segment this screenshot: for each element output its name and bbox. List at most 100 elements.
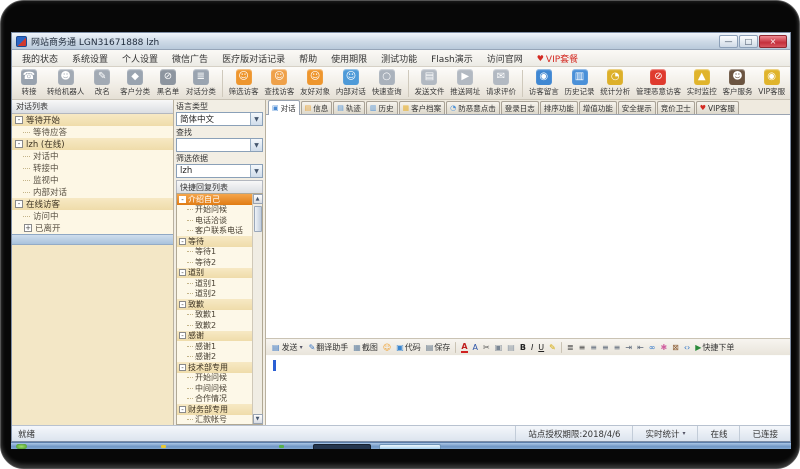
link-button[interactable]: ∞ [647,341,658,354]
align-center-button[interactable]: ≡ [600,341,611,354]
start-button[interactable] [16,444,27,449]
quickreply-item[interactable]: 致歉2 [177,320,252,331]
font-color-button[interactable]: A [459,341,469,354]
tree-waiting-answer[interactable]: 等待应答 [12,126,173,138]
quickreply-item[interactable]: - 技术部专用 [177,362,252,373]
scroll-down-icon[interactable]: ▼ [253,414,263,424]
save-button[interactable]: ▤ 保存 [424,341,453,354]
tab-login-log[interactable]: 登录日志 [501,101,539,114]
toolbar-button[interactable] [522,70,523,97]
tab-security-tips[interactable]: 安全提示 [618,101,656,114]
menu-flash-demo[interactable]: Flash演示 [424,50,480,66]
tab-history[interactable]: ▥ 历史 [366,101,398,114]
tree-toggle-icon[interactable]: - [179,332,186,339]
quickreply-item[interactable]: 致歉1 [177,310,252,321]
quickreply-item[interactable]: 感谢1 [177,341,252,352]
taskbar-app-button-1[interactable] [313,444,371,449]
translate-helper-button[interactable]: ✎ 翻译助手 [307,341,351,354]
language-select[interactable]: 简体中文 ▼ [176,112,263,126]
rename-button[interactable]: ✎ 改名 [87,68,117,99]
send-options-caret-icon[interactable]: ▾ [300,344,303,351]
quickreply-item[interactable]: - 介绍自己 [177,194,252,205]
quickreply-item[interactable]: 开始问候 [177,373,252,384]
quick-reply-scrollbar[interactable]: ▲ ▼ [252,194,262,424]
menu-system-settings[interactable]: 系统设置 [65,50,115,66]
code-button[interactable]: ▣ 代码 [394,341,423,354]
quickreply-item[interactable]: 中间问候 [177,383,252,394]
quickreply-item[interactable]: - 感谢 [177,331,252,342]
toolbar-button[interactable] [408,70,409,97]
tab-customer-file[interactable]: ▦ 客户档案 [399,101,446,114]
compose-button[interactable] [561,342,562,353]
tree-toggle-icon[interactable]: - [15,116,23,124]
tree-toggle-icon[interactable]: + [24,224,32,232]
transfer-button[interactable]: ☎ 转接 [14,68,44,99]
request-rating-button[interactable]: ✉ 请求评价 [483,68,519,99]
quickreply-item[interactable]: 道别2 [177,289,252,300]
send-button[interactable]: ▤ 发送 ▾ [269,341,306,354]
tree-waiting-start[interactable]: - 等待开始 [12,114,173,126]
menu-medical-chat-log[interactable]: 医疗版对话记录 [215,50,292,66]
screenshot-button[interactable]: ▦ 截图 [351,341,380,354]
quick-search-button[interactable]: ○ 快速查询 [369,68,405,99]
eraser-button[interactable]: ⊠ [670,341,681,354]
statistics-button[interactable]: ◔ 统计分析 [597,68,633,99]
quickreply-item[interactable]: 等待1 [177,247,252,258]
filter-visitor-button[interactable]: ☺ 筛选访客 [226,68,262,99]
tree-chatting[interactable]: 对话中 [12,150,173,162]
scroll-up-icon[interactable]: ▲ [253,194,263,204]
block-malicious-button[interactable]: ⊘ 管理恶意访客 [633,68,684,99]
find-visitor-button[interactable]: ☺ 查找访客 [262,68,298,99]
menu-wechat-ads[interactable]: 微信广告 [165,50,215,66]
quickreply-item[interactable]: - 财务部专用 [177,404,252,415]
menu-vip-package[interactable]: ♥ VIP套餐 [530,50,585,66]
quickreply-item[interactable]: 感谢2 [177,352,252,363]
tree-toggle-icon[interactable]: - [179,406,186,413]
quickreply-item[interactable]: 开始问候 [177,205,252,216]
visitor-message-button[interactable]: ◉ 访客留言 [526,68,562,99]
code-view-button[interactable]: ‹› [682,341,692,354]
decoration-button[interactable]: ✱ [658,341,669,354]
align-right-button[interactable]: ≡ [612,341,623,354]
tree-internal-chat[interactable]: 内部对话 [12,186,173,198]
menu-my-status[interactable]: 我的状态 [15,50,65,66]
ordered-list-button[interactable]: ≣ [565,341,576,354]
tab-track[interactable]: ▤ 轨迹 [333,101,365,114]
realtime-monitor-button[interactable]: ▲ 实时监控 [684,68,720,99]
emoticon-button[interactable]: ☺ [381,341,393,354]
menu-help[interactable]: 帮助 [292,50,324,66]
quickreply-item[interactable]: 等待2 [177,257,252,268]
tree-online-visitors[interactable]: - 在线访客 [12,198,173,210]
tree-left[interactable]: + 已离开 [12,222,173,234]
quickreply-item[interactable]: - 道别 [177,268,252,279]
indent-button[interactable]: ⇥ [623,341,634,354]
vip-service-button[interactable]: ◉ VIP客服 [755,68,788,99]
cut-button[interactable]: ✂ [481,341,492,354]
tree-toggle-icon[interactable]: - [179,196,186,203]
tab-bidding-guard[interactable]: 竞价卫士 [657,101,695,114]
push-url-button[interactable]: ▶ 推送网址 [447,68,483,99]
menu-test-features[interactable]: 测试功能 [374,50,424,66]
quickreply-item[interactable]: 电话洽谈 [177,215,252,226]
tree-toggle-icon[interactable]: - [179,269,186,276]
compose-button[interactable] [455,342,456,353]
chevron-down-icon[interactable]: ▼ [250,139,262,151]
blacklist-button[interactable]: ⊘ 黑名单 [153,68,183,99]
quickreply-item[interactable]: 客户联系电话 [177,226,252,237]
menu-official-site[interactable]: 访问官网 [480,50,530,66]
minimize-button[interactable]: — [719,35,738,48]
tab-chat[interactable]: ▣ 对话 [268,100,300,115]
paste-button[interactable]: ▤ [505,341,517,354]
tab-value-added[interactable]: 增值功能 [579,101,617,114]
menu-usage-period[interactable]: 使用期限 [324,50,374,66]
outdent-button[interactable]: ⇤ [635,341,646,354]
customer-category-button[interactable]: ◆ 客户分类 [117,68,153,99]
tree-agent-lzh[interactable]: - lzh (在线) [12,138,173,150]
tab-anti-malicious-click[interactable]: ◔ 防恶意点击 [446,101,500,114]
tree-toggle-icon[interactable]: - [15,200,23,208]
friendly-contact-button[interactable]: ☺ 友好对象 [297,68,333,99]
quickreply-item[interactable]: 汇款帐号 [177,415,252,425]
font-button[interactable]: A [471,341,480,354]
tree-toggle-icon[interactable]: - [179,238,186,245]
tree-toggle-icon[interactable]: - [15,140,23,148]
